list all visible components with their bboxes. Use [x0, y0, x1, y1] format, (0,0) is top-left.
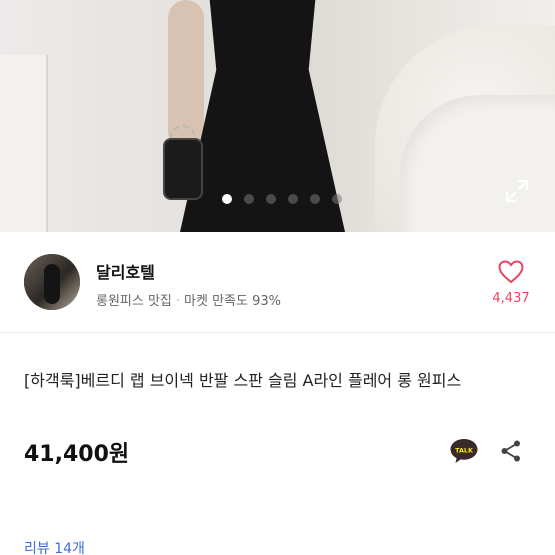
product-title: [하객룩]베르디 랩 브이넥 반팔 스판 슬림 A라인 플레어 롱 원피스 — [24, 371, 462, 390]
pagination-dot[interactable] — [332, 194, 342, 204]
share-icon[interactable] — [499, 439, 523, 463]
kakaotalk-icon[interactable]: TALK — [449, 437, 479, 465]
section-divider — [0, 332, 555, 333]
pagination-dot[interactable] — [288, 194, 298, 204]
wall-panel — [0, 55, 48, 232]
expand-icon[interactable] — [504, 178, 530, 204]
handbag — [163, 138, 203, 200]
talk-label: TALK — [455, 446, 474, 454]
product-image-gallery[interactable] — [0, 0, 555, 232]
seller-info[interactable]: 달리호텔 롱원피스 맛집 · 마켓 만족도 93% 4,437 — [0, 240, 555, 332]
pagination-dot[interactable] — [244, 194, 254, 204]
market-satisfaction: 마켓 만족도 93% — [184, 294, 282, 309]
heart-outline-icon[interactable] — [498, 260, 524, 284]
gallery-pagination — [222, 194, 342, 204]
review-count-link[interactable]: 리뷰 14개 — [24, 538, 85, 555]
product-price: 41,400원 — [24, 442, 130, 467]
pagination-dot[interactable] — [266, 194, 276, 204]
pagination-dot[interactable] — [310, 194, 320, 204]
seller-name[interactable]: 달리호텔 — [96, 259, 155, 283]
pagination-dot-active[interactable] — [222, 194, 232, 204]
seller-subtitle: 롱원피스 맛집 · 마켓 만족도 93% — [96, 290, 281, 309]
separator: · — [175, 294, 181, 309]
like-count: 4,437 — [492, 291, 530, 306]
seller-category: 롱원피스 맛집 — [96, 294, 172, 309]
seller-avatar[interactable] — [24, 254, 80, 310]
